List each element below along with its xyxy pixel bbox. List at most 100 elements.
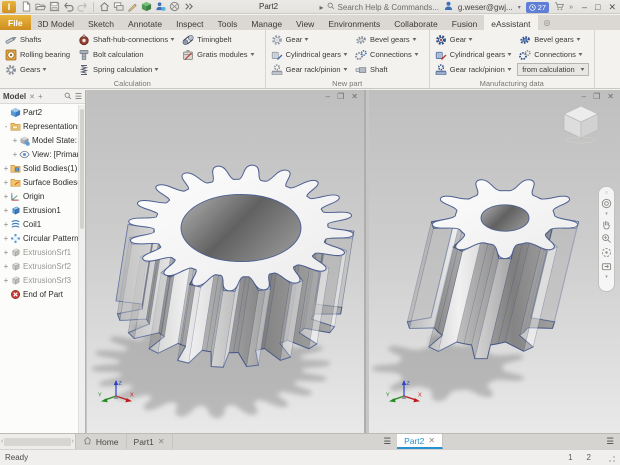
undo-icon[interactable] [63, 1, 74, 12]
maximize-button[interactable]: □ [595, 2, 600, 12]
ribbon-tab-environments[interactable]: Environments [321, 15, 387, 30]
browser-tab-model[interactable]: Model [3, 92, 26, 101]
close-tab-icon[interactable]: ✕ [158, 437, 165, 446]
button-shaft[interactable]: Shaft [353, 62, 424, 77]
button-spring-calculation[interactable]: Spring calculation▾ [76, 62, 180, 77]
tree-item-coil1[interactable]: +Coil1 [0, 217, 78, 231]
chevron-down-icon[interactable]: ▾ [605, 275, 608, 279]
ribbon-tab-3d-model[interactable]: 3D Model [31, 15, 81, 30]
tree-item-circular-pattern1[interactable]: +Circular Pattern1 [0, 231, 78, 245]
tree-item-model-state-primary[interactable]: +Model State: [Primary] [0, 133, 78, 147]
tree-item-surface-bodies-3[interactable]: +Surface Bodies(3) [0, 175, 78, 189]
viewport-close-icon[interactable]: ✕ [607, 93, 614, 101]
doc-tab-menu-icon[interactable]: ☰ [600, 434, 620, 449]
tree-item-extrusionsrf3[interactable]: +ExtrusionSrf3 [0, 273, 78, 287]
tree-item-extrusion1[interactable]: +Extrusion1 [0, 203, 78, 217]
button-gears[interactable]: Gears▾ [3, 62, 76, 77]
expand-icon[interactable]: + [2, 192, 10, 201]
navbar-handle-icon[interactable]: ○ [605, 191, 608, 195]
save-icon[interactable] [49, 1, 60, 12]
button-bolt-calculation[interactable]: Bolt calculation [76, 47, 180, 62]
tree-item-solid-bodies-1[interactable]: +Solid Bodies(1) [0, 161, 78, 175]
doc-tab-menu-icon[interactable]: ☰ [377, 434, 397, 449]
browser-vertical-scrollbar[interactable] [78, 105, 85, 433]
ribbon-tab-fusion[interactable]: Fusion [445, 15, 485, 30]
app-logo-icon[interactable]: I [2, 1, 16, 13]
home-icon[interactable] [99, 1, 110, 12]
expand-icon[interactable]: + [2, 248, 10, 257]
resize-grip[interactable] [607, 454, 615, 462]
steering-wheel-icon[interactable] [601, 198, 612, 209]
more-chevrons-icon[interactable] [183, 1, 194, 12]
expand-icon[interactable]: + [11, 136, 19, 145]
search-box[interactable]: ▸ Search Help & Commands... [320, 2, 439, 12]
render-icon[interactable] [169, 1, 180, 12]
close-tab-icon[interactable]: ✕ [428, 436, 435, 445]
expand-icon[interactable]: + [2, 220, 10, 229]
expand-icon[interactable]: + [2, 234, 10, 243]
viewport-minimize-icon[interactable]: – [582, 93, 586, 101]
zoom-icon[interactable] [601, 233, 612, 244]
browser-search-icon[interactable] [64, 92, 72, 102]
tree-item-extrusionsrf2[interactable]: +ExtrusionSrf2 [0, 259, 78, 273]
doc-tab-home[interactable]: Home [76, 434, 127, 449]
tree-item-extrusionsrf1[interactable]: +ExtrusionSrf1 [0, 245, 78, 259]
signed-in-user[interactable]: g.weser@gwj... [458, 3, 513, 12]
browser-tab-close-icon[interactable]: ✕ [29, 93, 35, 101]
pan-hand-icon[interactable] [601, 219, 612, 230]
button-gear[interactable]: Gear▾ [433, 32, 517, 47]
button-connections[interactable]: Connections▾ [353, 47, 424, 62]
button-rolling-bearing[interactable]: Rolling bearing [3, 47, 76, 62]
combo-from-calculation[interactable]: from calculation▾ [517, 63, 589, 76]
ribbon-tab-annotate[interactable]: Annotate [121, 15, 169, 30]
ribbon-tab-manage[interactable]: Manage [244, 15, 289, 30]
tree-item-view-primary[interactable]: +View: [Primary] [0, 147, 78, 161]
doc-tab-part1[interactable]: Part1✕ [127, 434, 173, 449]
button-gear[interactable]: Gear▾ [269, 32, 353, 47]
switch-icon[interactable] [113, 1, 124, 12]
chevron-down-icon[interactable]: ▾ [605, 212, 608, 216]
open-icon[interactable] [35, 1, 46, 12]
ribbon-tab-file[interactable]: File [0, 15, 31, 30]
browser-add-tab-icon[interactable]: + [38, 92, 43, 101]
ribbon-tab-inspect[interactable]: Inspect [169, 15, 210, 30]
view-cube[interactable] [558, 100, 604, 146]
button-cylindrical-gears[interactable]: Cylindrical gears▾ [269, 47, 353, 62]
expand-icon[interactable]: + [2, 206, 10, 215]
browser-menu-icon[interactable]: ☰ [75, 92, 82, 101]
redo-icon[interactable] [77, 1, 88, 12]
button-gear-rack-pinion[interactable]: Gear rack/pinion▾ [269, 62, 353, 77]
viewport-close-icon[interactable]: ✕ [351, 93, 358, 101]
viewport-left[interactable]: – ❐ ✕ ZXY [87, 90, 366, 433]
expand-icon[interactable]: + [2, 276, 10, 285]
sketch-icon[interactable] [127, 1, 138, 12]
button-timingbelt[interactable]: Timingbelt [180, 32, 259, 47]
viewport-right[interactable]: – ❐ ✕ ○ ▾ ▾ ZXY [369, 90, 620, 433]
expand-icon[interactable]: + [11, 150, 19, 159]
ribbon-tab-sketch[interactable]: Sketch [81, 15, 121, 30]
button-bevel-gears[interactable]: Bevel gears▾ [517, 32, 589, 47]
tree-item-part2[interactable]: Part2 [0, 105, 78, 119]
button-shaft-hub-connections[interactable]: Shaft-hub-connections▾ [76, 32, 180, 47]
look-at-icon[interactable] [601, 261, 612, 272]
expand-icon[interactable]: + [2, 178, 10, 187]
session-timer-badge[interactable]: 27 [526, 2, 549, 13]
browser-horizontal-scrollbar[interactable]: ‹› [0, 434, 76, 449]
ribbon-tab-tools[interactable]: Tools [210, 15, 244, 30]
close-button[interactable]: ✕ [608, 2, 616, 12]
material-box-icon[interactable] [141, 1, 152, 12]
expand-icon[interactable]: + [2, 262, 10, 271]
ribbon-tab-collaborate[interactable]: Collaborate [387, 15, 444, 30]
button-bevel-gears[interactable]: Bevel gears▾ [353, 32, 424, 47]
viewport-restore-icon[interactable]: ❐ [337, 93, 344, 101]
ribbon-tab-view[interactable]: View [289, 15, 321, 30]
button-gratis-modules[interactable]: Gratis modules▾ [180, 47, 259, 62]
cart-icon[interactable] [554, 2, 564, 13]
collapse-icon[interactable]: - [2, 122, 10, 131]
button-connections[interactable]: Connections▾ [517, 47, 589, 62]
minimize-button[interactable]: – [582, 2, 587, 12]
expand-icon[interactable]: + [2, 164, 10, 173]
button-shafts[interactable]: Shafts [3, 32, 76, 47]
viewport-minimize-icon[interactable]: – [326, 93, 330, 101]
tree-item-origin[interactable]: +Origin [0, 189, 78, 203]
